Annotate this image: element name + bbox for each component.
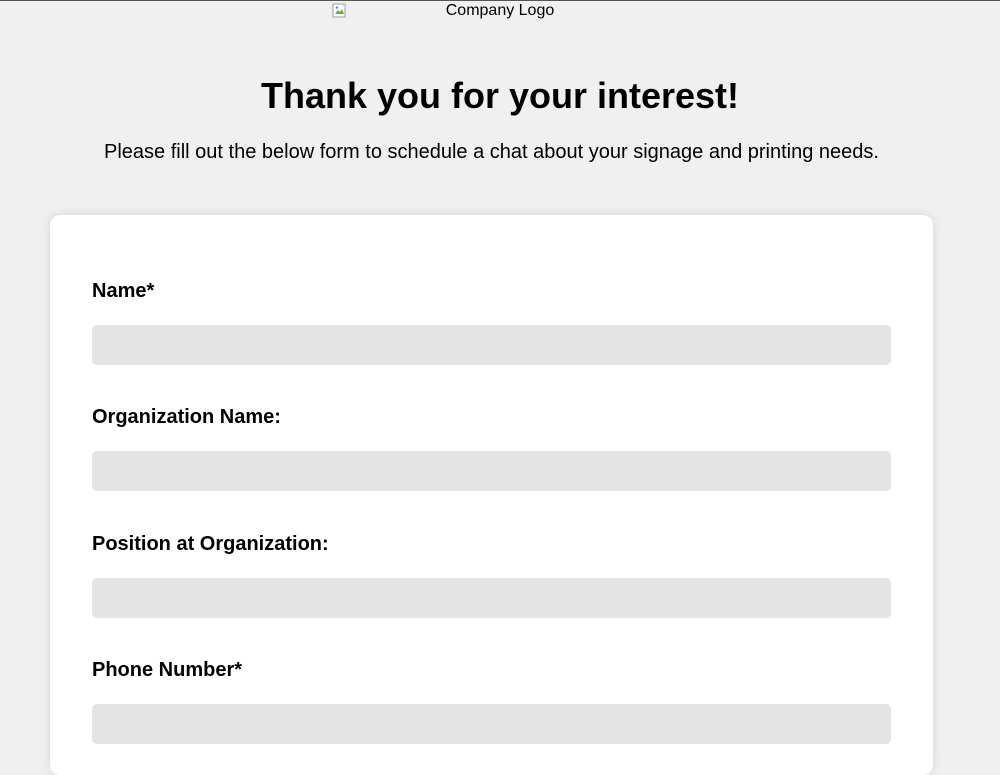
position-label: Position at Organization: bbox=[92, 533, 329, 555]
position-input[interactable] bbox=[92, 578, 891, 618]
name-input[interactable] bbox=[92, 325, 891, 365]
top-border bbox=[0, 0, 1000, 1]
form-card: Name* Organization Name: Position at Org… bbox=[50, 215, 933, 775]
name-label: Name* bbox=[92, 280, 155, 302]
page-title: Thank you for your interest! bbox=[260, 75, 740, 116]
organization-name-label: Organization Name: bbox=[92, 406, 281, 428]
position-field-group: Position at Organization: bbox=[92, 532, 891, 618]
phone-field-group: Phone Number* bbox=[92, 658, 891, 744]
company-logo: Company Logo bbox=[332, 2, 668, 22]
phone-number-input[interactable] bbox=[92, 704, 891, 744]
organization-name-input[interactable] bbox=[92, 451, 891, 491]
logo-alt-text: Company Logo bbox=[445, 2, 555, 19]
organization-field-group: Organization Name: bbox=[92, 405, 891, 491]
phone-number-label: Phone Number* bbox=[92, 659, 243, 681]
name-field-group: Name* bbox=[92, 279, 891, 365]
page-subtitle: Please fill out the below form to schedu… bbox=[104, 141, 879, 163]
